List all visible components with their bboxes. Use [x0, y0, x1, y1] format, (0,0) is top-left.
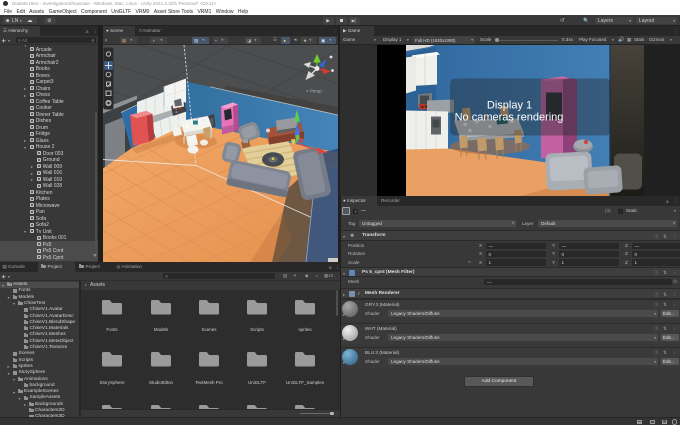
svg-text:No cameras rendering: No cameras rendering — [455, 111, 564, 123]
svg-text:Display 1: Display 1 — [487, 99, 532, 111]
svg-text:< Persp: < Persp — [306, 88, 322, 93]
